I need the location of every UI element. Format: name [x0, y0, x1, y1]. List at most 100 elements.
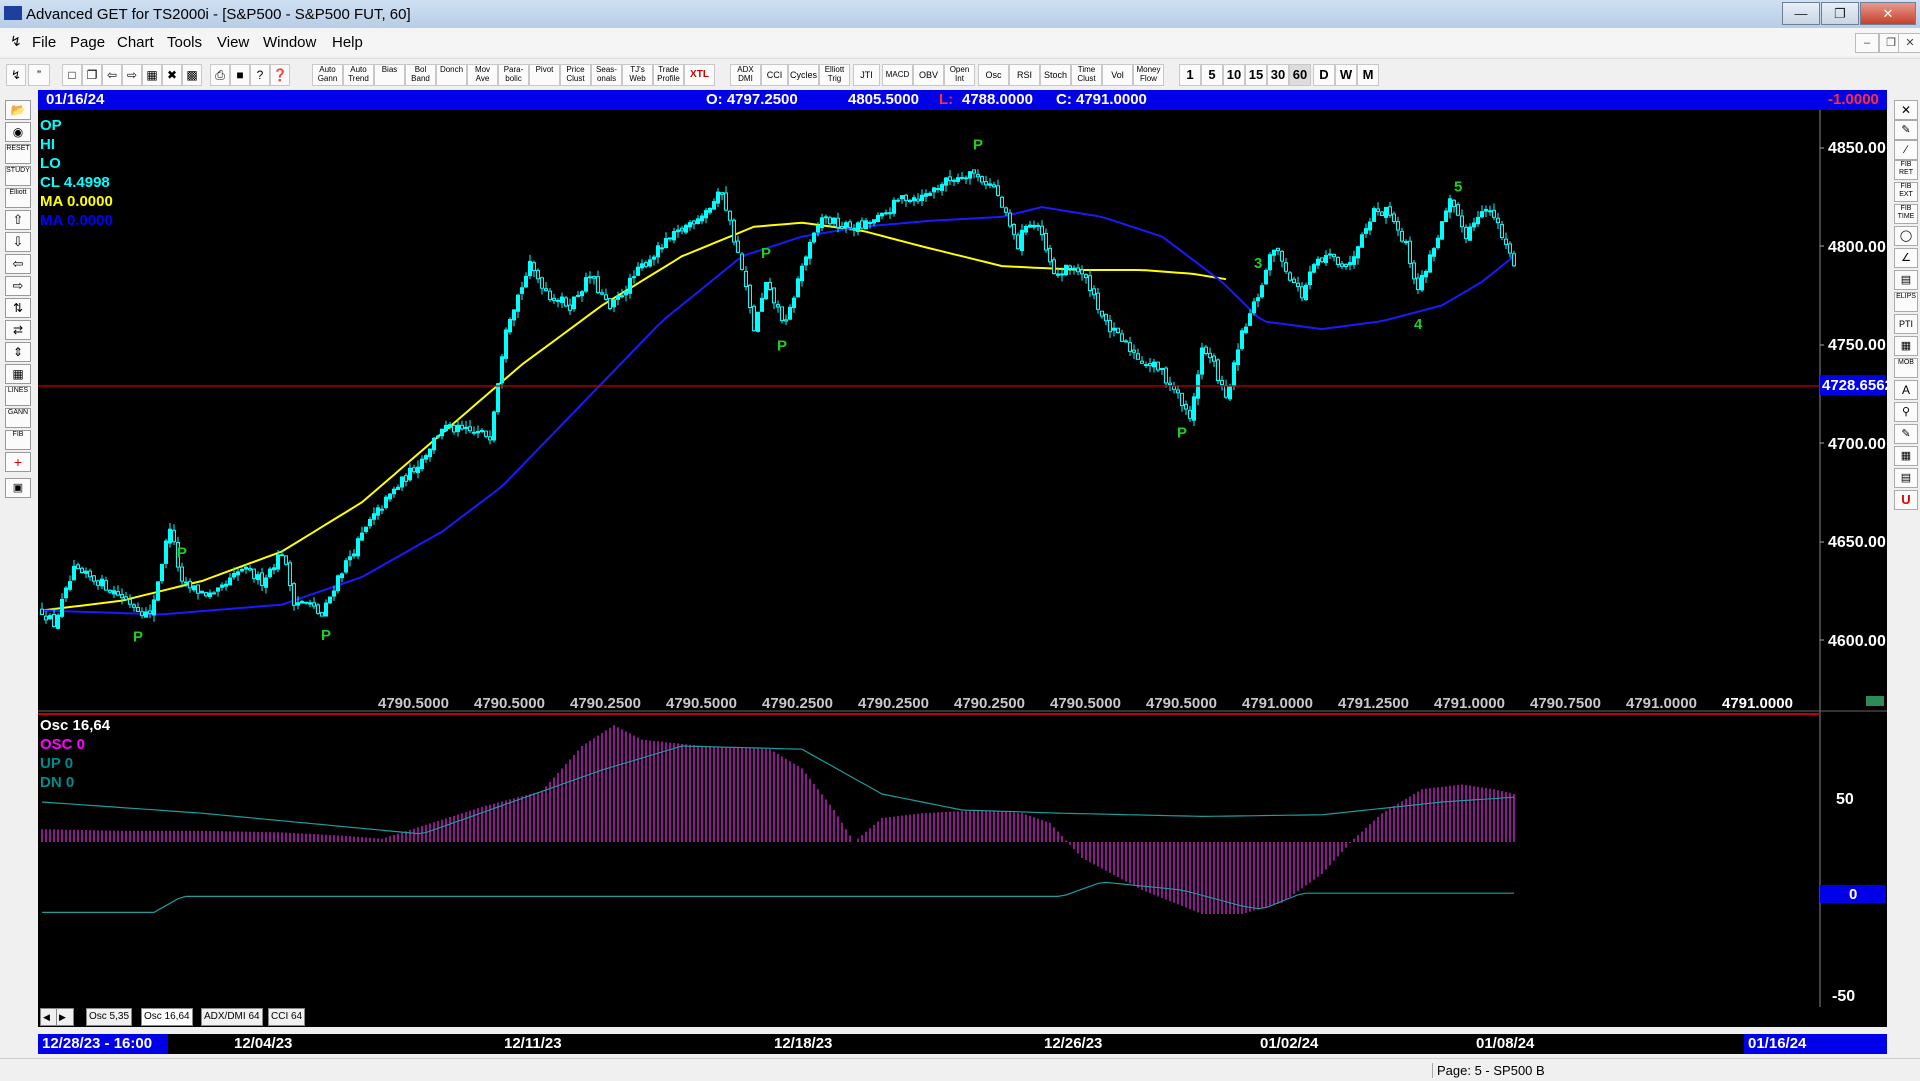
- pin-icon[interactable]: ↯: [10, 33, 22, 50]
- ellipse-button[interactable]: ELIPS: [1894, 292, 1918, 312]
- export-icon[interactable]: ▣: [5, 478, 31, 498]
- toolbar-auto-gann[interactable]: Auto Gann: [312, 64, 343, 86]
- open-folder-icon[interactable]: 📂: [5, 100, 31, 120]
- toolbar-rsi[interactable]: RSI: [1009, 64, 1040, 86]
- crosshair-icon[interactable]: +: [5, 452, 31, 472]
- expand-vertical-icon[interactable]: ⇅: [5, 298, 31, 318]
- period-15[interactable]: 15: [1245, 64, 1267, 86]
- undo-button[interactable]: U: [1894, 490, 1918, 510]
- study-button[interactable]: STUDY: [5, 166, 31, 186]
- data-window-icon[interactable]: [1866, 696, 1884, 706]
- toolbar-open-int[interactable]: Open Int: [944, 64, 975, 86]
- expand-horizontal-icon[interactable]: ⇄: [5, 320, 31, 340]
- grid-icon[interactable]: ▦: [142, 64, 162, 86]
- minimize-button[interactable]: —: [1782, 2, 1820, 25]
- tab-cci-64[interactable]: CCI 64: [268, 1008, 306, 1026]
- menu-help[interactable]: Help: [332, 34, 363, 51]
- zoom-icon[interactable]: ⚲: [1894, 402, 1918, 422]
- gann-button[interactable]: GANN: [5, 408, 31, 428]
- toolbar-osc[interactable]: Osc: [978, 64, 1009, 86]
- toolbar-price-clust[interactable]: Price Clust: [560, 64, 591, 86]
- toolbar-jti[interactable]: JTI: [853, 64, 880, 86]
- period-60[interactable]: 60: [1289, 64, 1311, 86]
- period-30[interactable]: 30: [1267, 64, 1289, 86]
- period-monthly[interactable]: M: [1357, 64, 1379, 86]
- grid-drawing-icon[interactable]: ▦: [1894, 336, 1918, 356]
- copy-icon[interactable]: ❐: [82, 64, 102, 86]
- reset-button[interactable]: RESET: [5, 144, 31, 164]
- trendline-icon[interactable]: ∕: [1894, 140, 1918, 160]
- toolbar-xtl[interactable]: XTL: [684, 64, 715, 86]
- table-icon[interactable]: ▦: [1894, 446, 1918, 466]
- print-icon[interactable]: ⎙: [210, 64, 230, 86]
- maximize-button[interactable]: ❐: [1821, 2, 1859, 25]
- mdi-close-button[interactable]: ✕: [1898, 33, 1920, 53]
- menu-chart[interactable]: Chart: [117, 34, 154, 51]
- fan-icon[interactable]: ∠: [1894, 248, 1918, 268]
- toolbar-money-flow[interactable]: Money Flow: [1133, 64, 1164, 86]
- new-page-icon[interactable]: □: [62, 64, 82, 86]
- price-chart-svg[interactable]: P P P P P P P 3 4 5 4728.6562 4850.00 4800.00 475…: [38, 110, 1893, 1027]
- help-icon[interactable]: ❓: [270, 64, 290, 86]
- pin-icon[interactable]: ↯: [6, 64, 26, 86]
- circle-icon[interactable]: ◯: [1894, 226, 1918, 246]
- binoculars-icon[interactable]: ◉: [5, 122, 31, 142]
- toolbar-cycles[interactable]: Cycles: [788, 64, 819, 86]
- arrow-up-icon[interactable]: ⇧: [5, 210, 31, 230]
- toolbar-macd[interactable]: MACD: [882, 64, 913, 86]
- lines-button[interactable]: LINES: [5, 386, 31, 406]
- toolbar-bol-band[interactable]: Bol Band: [405, 64, 436, 86]
- info-icon[interactable]: ?: [250, 64, 270, 86]
- toolbar-elliott-trig[interactable]: Elliott Trig: [819, 64, 850, 86]
- paint-icon[interactable]: ✎: [1894, 424, 1918, 444]
- menu-page[interactable]: Page: [70, 34, 105, 51]
- arrow-down-icon[interactable]: ⇩: [5, 232, 31, 252]
- quote-icon[interactable]: ”: [28, 64, 50, 86]
- mob-button[interactable]: MOB: [1894, 358, 1918, 378]
- text-tool-button[interactable]: A: [1894, 380, 1918, 400]
- back-icon[interactable]: ⇦: [102, 64, 122, 86]
- fib-button[interactable]: FIB: [5, 430, 31, 450]
- mdi-minimize-button[interactable]: –: [1855, 33, 1879, 53]
- pencil-icon[interactable]: ✎: [1894, 120, 1918, 140]
- fib-time-button[interactable]: FIB TIME: [1894, 204, 1918, 224]
- toolbar-auto-trend[interactable]: Auto Trend: [343, 64, 374, 86]
- elliott-button[interactable]: Elliott: [5, 188, 31, 208]
- layout-icon[interactable]: ▩: [182, 64, 202, 86]
- arrow-right-icon[interactable]: ⇨: [5, 276, 31, 296]
- toolbar-tjs-web[interactable]: TJ's Web: [622, 64, 653, 86]
- tab-osc-5-35[interactable]: Osc 5,35: [86, 1008, 133, 1026]
- toolbar-trade-profile[interactable]: Trade Profile: [653, 64, 684, 86]
- period-10[interactable]: 10: [1223, 64, 1245, 86]
- toolbar-seasonals[interactable]: Seas-onals: [591, 64, 622, 86]
- forward-icon[interactable]: ⇨: [122, 64, 142, 86]
- toolbar-obv[interactable]: OBV: [913, 64, 944, 86]
- menu-window[interactable]: Window: [263, 34, 316, 51]
- delete-icon[interactable]: ✖: [162, 64, 182, 86]
- toolbar-time-clust[interactable]: Time Clust: [1071, 64, 1102, 86]
- toolbar-parabolic[interactable]: Para-bolic: [498, 64, 529, 86]
- close-button[interactable]: ✕: [1860, 2, 1916, 25]
- toolbar-mov-ave[interactable]: Mov Ave: [467, 64, 498, 86]
- toolbar-bias[interactable]: Bias: [374, 64, 405, 86]
- toolbar-pivot[interactable]: Pivot: [529, 64, 560, 86]
- fib-ret-button[interactable]: FIB RET: [1894, 160, 1918, 180]
- menu-view[interactable]: View: [217, 34, 249, 51]
- toolbar-vol[interactable]: Vol: [1102, 64, 1133, 86]
- chart-area[interactable]: P P P P P P P 3 4 5 4728.6562 4850.00 4800.00 475…: [38, 110, 1893, 1027]
- period-daily[interactable]: D: [1313, 64, 1335, 86]
- menu-tools[interactable]: Tools: [167, 34, 202, 51]
- fib-ext-button[interactable]: FIB EXT: [1894, 182, 1918, 202]
- toolbar-cci[interactable]: CCI: [761, 64, 788, 86]
- lock-icon[interactable]: ■: [230, 64, 250, 86]
- tab-osc-16-64[interactable]: Osc 16,64: [141, 1008, 193, 1026]
- toolbar-adx-dmi[interactable]: ADX DMI: [730, 64, 761, 86]
- period-1[interactable]: 1: [1179, 64, 1201, 86]
- channel-icon[interactable]: ▤: [1894, 270, 1918, 290]
- menu-file[interactable]: File: [32, 34, 56, 51]
- close-drawing-icon[interactable]: ✕: [1894, 100, 1918, 120]
- tab-scroll-right-icon[interactable]: ▶: [56, 1008, 74, 1026]
- period-weekly[interactable]: W: [1335, 64, 1357, 86]
- properties-icon[interactable]: ▤: [1894, 468, 1918, 488]
- tab-adx-dmi-64[interactable]: ADX/DMI 64: [201, 1008, 263, 1026]
